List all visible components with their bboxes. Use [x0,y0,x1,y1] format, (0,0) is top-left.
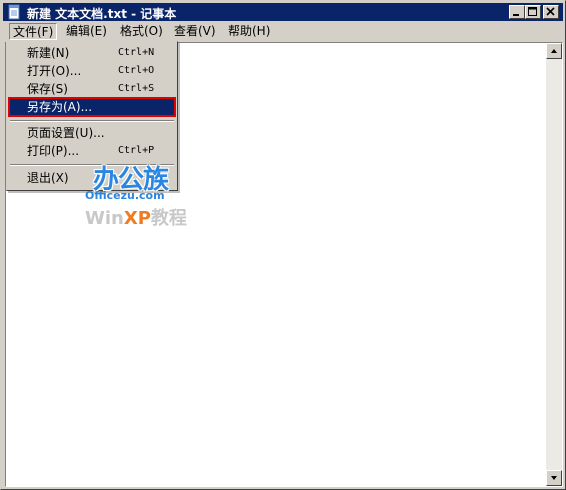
watermark-domain: Officezu.com [85,189,165,202]
menu-file[interactable]: 文件(F) [9,23,58,40]
arrow-down-icon [551,476,557,480]
title-bar[interactable]: 新建 文本文档.txt - 记事本 [3,3,563,21]
watermark-tutorial: WinXP教程 [85,208,187,229]
menu-item-print[interactable]: 打印(P)... Ctrl+P [9,142,175,160]
notepad-icon [8,4,20,20]
minimize-button[interactable] [509,5,525,19]
menu-item-page-setup[interactable]: 页面设置(U)... [9,124,175,142]
menu-item-open[interactable]: 打开(O)... Ctrl+O [9,62,175,80]
scroll-up-button[interactable] [546,43,562,59]
menu-edit[interactable]: 编辑(E) [63,23,110,40]
window-title: 新建 文本文档.txt - 记事本 [27,7,177,21]
menu-item-save-as[interactable]: 另存为(A)... [8,97,176,117]
maximize-icon [528,7,537,16]
menu-help[interactable]: 帮助(H) [225,23,273,40]
scroll-down-button[interactable] [546,470,562,486]
close-icon [546,7,555,16]
menu-separator [10,120,174,122]
menu-item-new[interactable]: 新建(N) Ctrl+N [9,44,175,62]
maximize-button[interactable] [525,5,541,19]
close-button[interactable] [543,5,559,19]
notepad-window: 新建 文本文档.txt - 记事本 文件(F) 编辑(E) 格式(O) 查看(V… [0,0,566,490]
watermark: 办公族 Officezu.com WinXP教程 [83,159,193,231]
menu-item-save[interactable]: 保存(S) Ctrl+S [9,80,175,98]
menu-view[interactable]: 查看(V) [171,23,219,40]
arrow-up-icon [551,49,557,53]
menu-bar: 文件(F) 编辑(E) 格式(O) 查看(V) 帮助(H) [3,22,563,41]
minimize-icon [513,14,519,16]
menu-format[interactable]: 格式(O) [117,23,166,40]
vertical-scrollbar[interactable] [546,43,562,486]
